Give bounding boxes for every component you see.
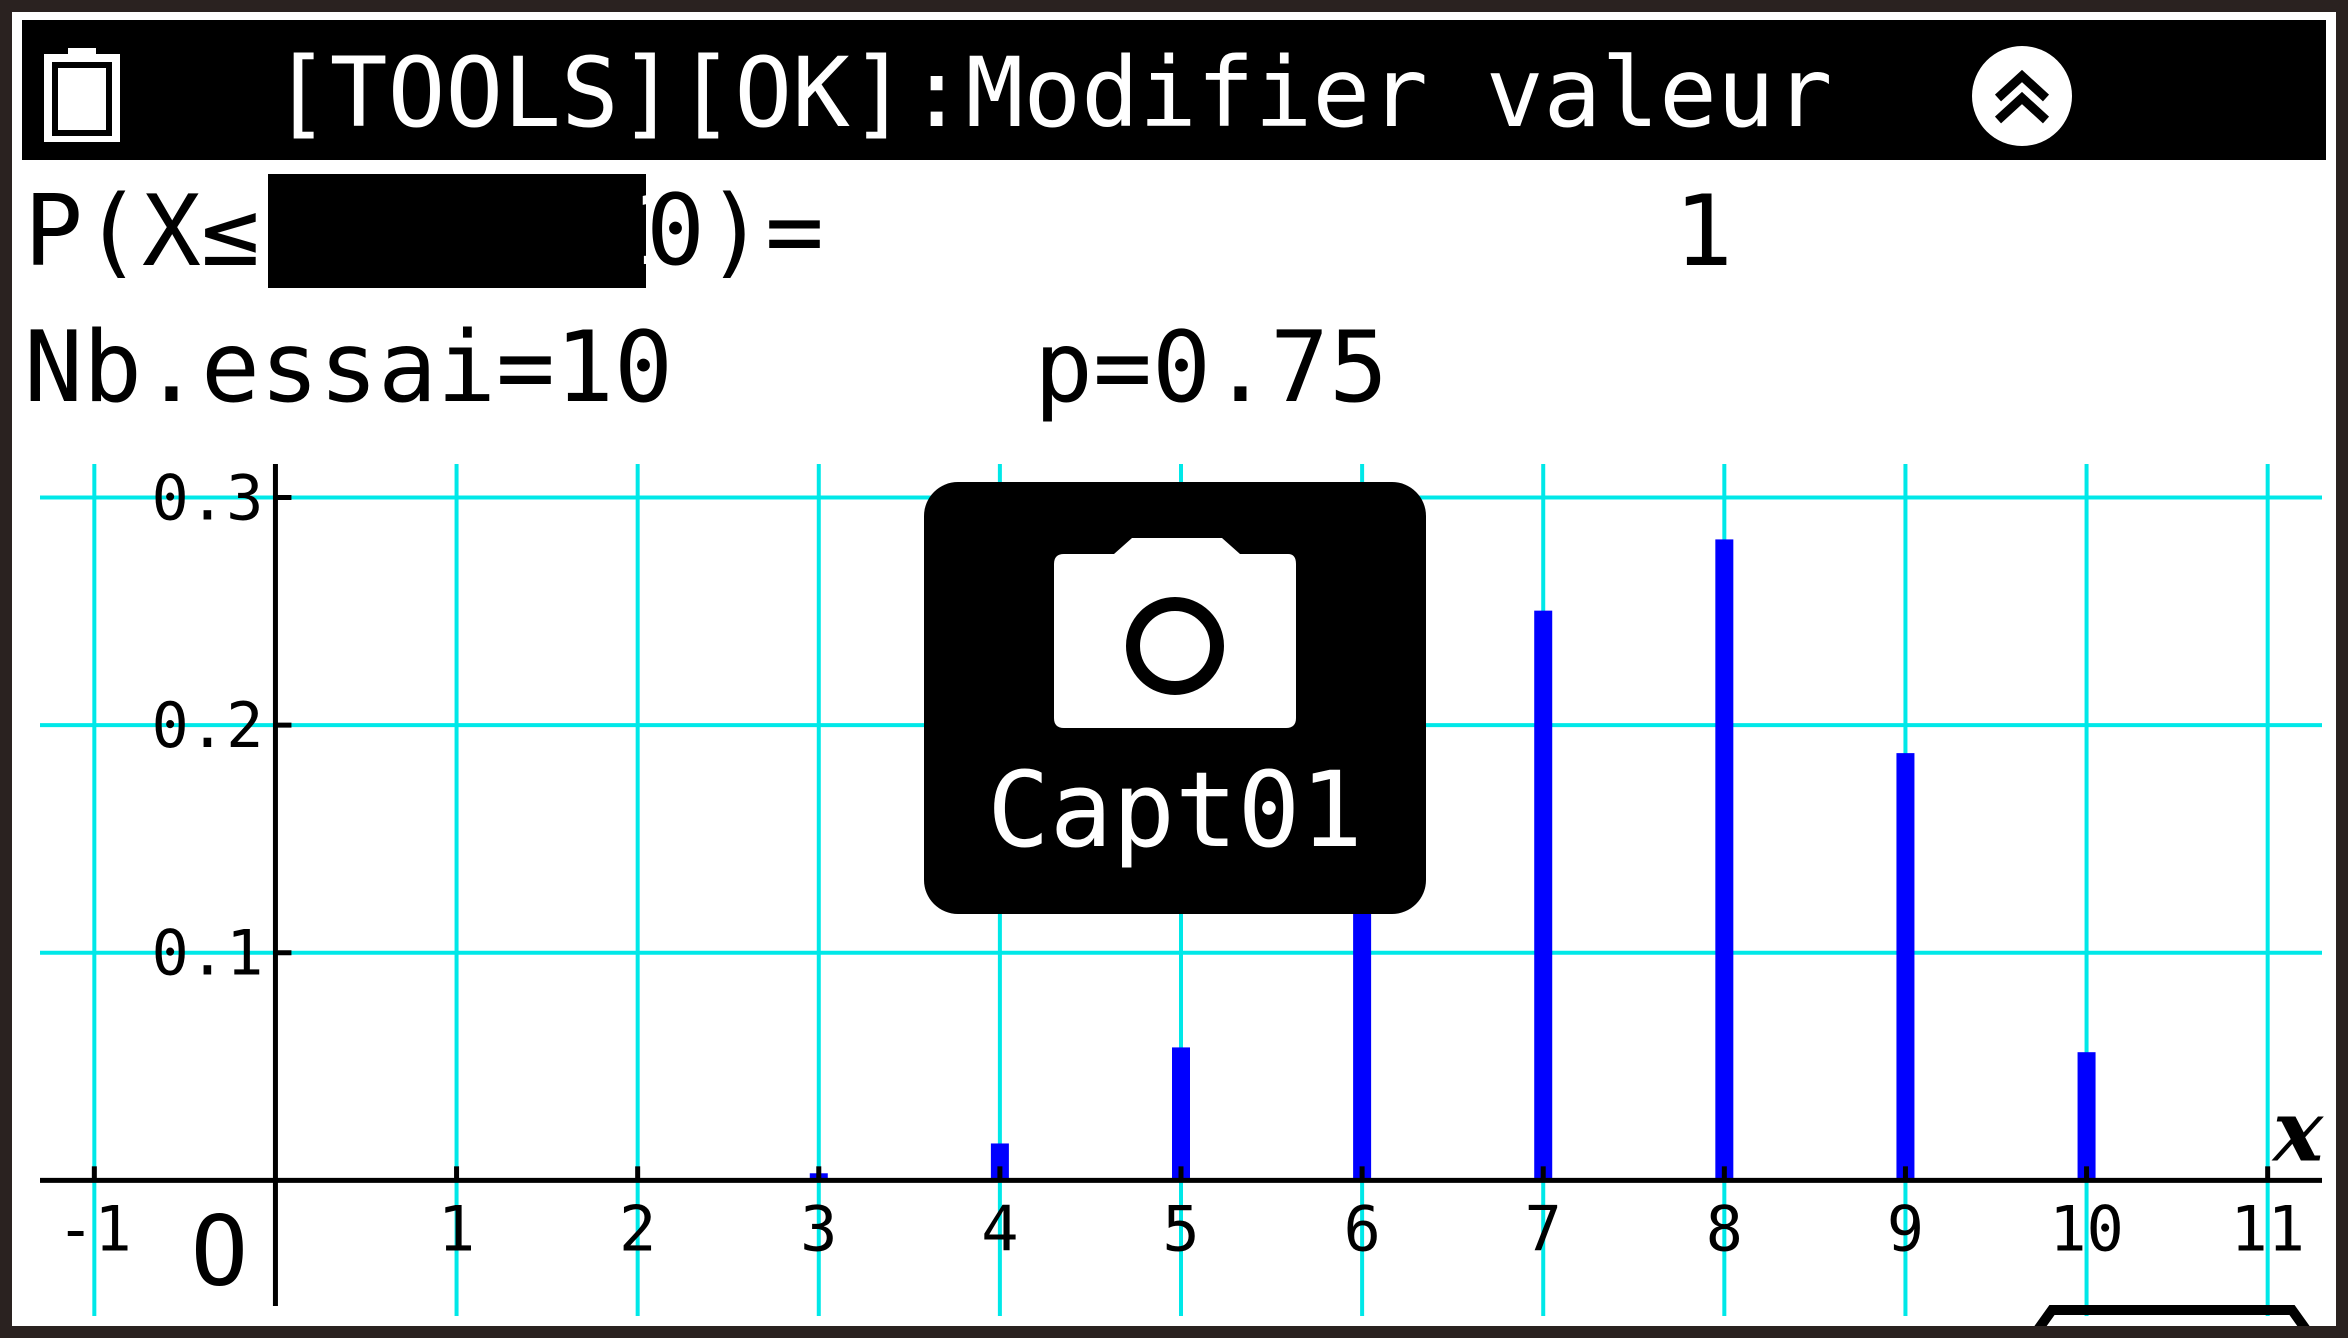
- calculator-screen: [TOOLS][OK]:Modifier valeur P(X≤ 1 0 )= …: [12, 12, 2336, 1326]
- x-tick-label: -1: [57, 1192, 132, 1265]
- x-tick-label: 2: [619, 1192, 656, 1265]
- x-tick-label: 5: [1162, 1192, 1199, 1265]
- y-tick-label: 0.3: [151, 462, 263, 535]
- x-tick-label: 4: [981, 1192, 1018, 1265]
- capture-label: Capt01: [987, 749, 1363, 871]
- x-tick-label: 11: [2230, 1192, 2305, 1265]
- camera-icon: [1054, 538, 1296, 728]
- bar-x-9: [1896, 753, 1915, 1181]
- y-tick-label: 0.1: [151, 917, 263, 990]
- x-tick-label: 6: [1343, 1192, 1380, 1265]
- x-tick-label: 8: [1706, 1192, 1743, 1265]
- x-tick-label: 10: [2049, 1192, 2124, 1265]
- bar-x-10: [2077, 1052, 2096, 1181]
- x-axis-label: x: [2271, 1081, 2324, 1180]
- origin-label: O: [191, 1195, 249, 1307]
- x-tick-label: 3: [800, 1192, 837, 1265]
- x-tick-label: 1: [438, 1192, 475, 1265]
- y-tick-label: 0.2: [151, 689, 263, 762]
- x-tick-label: 7: [1525, 1192, 1562, 1265]
- bar-x-7: [1534, 610, 1553, 1181]
- bar-x-5: [1172, 1047, 1190, 1181]
- x-tick-label: 9: [1887, 1192, 1924, 1265]
- bottom-tab-handle[interactable]: [2022, 1300, 2322, 1326]
- screen-capture-popup: Capt01: [924, 482, 1426, 914]
- bar-x-8: [1715, 539, 1734, 1181]
